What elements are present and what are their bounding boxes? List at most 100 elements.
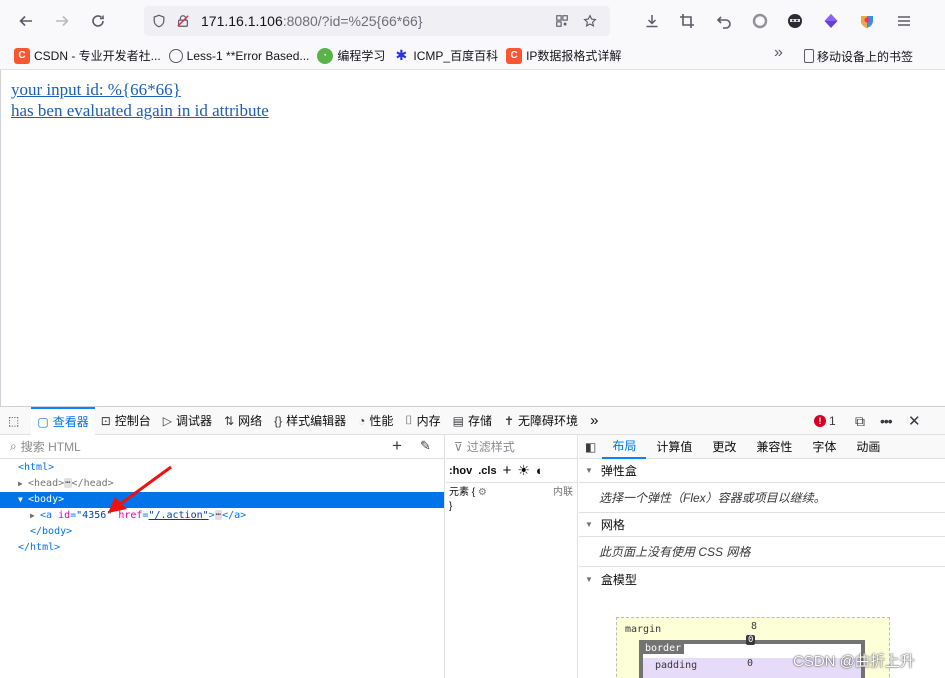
cls-toggle[interactable]: .cls: [478, 465, 496, 477]
tab-computed[interactable]: 计算值: [646, 435, 702, 459]
csdn-icon: C: [14, 47, 30, 64]
more-options-icon[interactable]: •••: [880, 407, 893, 435]
download-icon: [646, 15, 658, 28]
element-picker-button[interactable]: ⬚: [0, 407, 31, 435]
url-host: 171.16.1.106: [201, 13, 283, 29]
padding-top-value[interactable]: 0: [747, 658, 753, 669]
filter-styles-input[interactable]: ⊽ 过滤样式: [446, 435, 577, 459]
mobile-bookmarks[interactable]: 移动设备上的书签: [804, 42, 913, 70]
star-bookmark-icon[interactable]: [578, 6, 602, 36]
downloads-button[interactable]: [634, 3, 670, 39]
collapse-arrow-icon: ▼: [585, 574, 593, 584]
injected-link-line1[interactable]: your input id: %{66*66}: [11, 80, 181, 100]
rule-source[interactable]: 内联: [553, 486, 573, 500]
tab-animations[interactable]: 动画: [846, 435, 890, 459]
tab-storage[interactable]: ▤ 存储: [447, 407, 498, 435]
boxmodel-section-header[interactable]: ▼ 盒模型: [579, 567, 945, 591]
grid-message: 此页面上没有使用 CSS 网格: [579, 537, 945, 567]
light-theme-sun-icon[interactable]: ☀: [517, 462, 530, 479]
tab-style-editor[interactable]: {} 样式编辑器: [268, 407, 352, 435]
close-devtools-icon[interactable]: ✕: [908, 407, 921, 435]
border-label: border: [642, 643, 685, 654]
bookmark-learning[interactable]: · 编程学习: [313, 44, 389, 68]
url-bar[interactable]: 171.16.1.106:8080/?id=%25{66*66}: [144, 6, 610, 36]
grid-section-header[interactable]: ▼ 网格: [579, 513, 945, 537]
shield-extension-button[interactable]: [849, 3, 885, 39]
back-button[interactable]: [8, 3, 44, 39]
shield-icon[interactable]: [147, 6, 171, 36]
margin-top-value[interactable]: 8: [751, 621, 757, 632]
tab-fonts[interactable]: 字体: [802, 435, 846, 459]
collapsed-ellipsis[interactable]: ⋯: [214, 510, 223, 520]
url-path: :8080/?id=%25{66*66}: [282, 13, 423, 29]
injected-link-line2[interactable]: has ben evaluated again in id attribute: [11, 101, 269, 121]
more-tabs-chevron-icon[interactable]: »: [584, 407, 604, 435]
hov-toggle[interactable]: :hov: [449, 465, 472, 477]
tab-console[interactable]: ⊡ 控制台: [95, 407, 157, 435]
flexbox-section-header[interactable]: ▼ 弹性盒: [579, 459, 945, 483]
search-icon: ⌕: [10, 439, 17, 453]
html-search[interactable]: ⌕ 搜索 HTML + ✎: [0, 435, 444, 459]
collapse-arrow-icon[interactable]: ▼: [18, 492, 28, 508]
tab-debugger[interactable]: ▷ 调试器: [157, 407, 218, 435]
tree-node-html[interactable]: <html>: [0, 460, 444, 476]
tab-label: 无障碍环境: [518, 414, 579, 428]
error-counter[interactable]: ! 1: [814, 407, 836, 435]
expand-arrow-icon[interactable]: ▶: [18, 476, 28, 492]
tree-node-a[interactable]: ▶ <a id="4356" href="/.action">⋯</a>: [0, 508, 444, 524]
tab-changes[interactable]: 更改: [702, 435, 746, 459]
attr-value-link[interactable]: "/.action": [148, 510, 208, 521]
tab-network[interactable]: ⇅ 网络: [218, 407, 268, 435]
add-node-icon[interactable]: +: [392, 436, 402, 456]
insecure-lock-icon[interactable]: [171, 6, 195, 36]
tab-compatibility[interactable]: 兼容性: [746, 435, 802, 459]
tab-memory[interactable]: ⌷ 内存: [399, 407, 446, 435]
tag-text: <a: [40, 510, 53, 521]
reload-button[interactable]: [80, 3, 116, 39]
tree-node-body-selected[interactable]: ▼ <body>: [0, 492, 444, 508]
forward-button[interactable]: [44, 3, 80, 39]
tab-layout[interactable]: 布局: [602, 435, 647, 459]
record-circle-icon: [752, 13, 768, 29]
menu-button[interactable]: [886, 3, 922, 39]
undo-button[interactable]: [706, 3, 742, 39]
dock-side-icon[interactable]: ⧉: [855, 407, 865, 435]
tab-label: 控制台: [114, 414, 151, 428]
tab-performance[interactable]: ◔ 性能: [352, 407, 399, 435]
screenshot-button[interactable]: [669, 3, 705, 39]
expand-arrow-icon[interactable]: ▶: [30, 508, 40, 524]
toggle-sidebar-icon[interactable]: ◧: [579, 435, 602, 459]
bookmark-label: CSDN - 专业开发者社...: [34, 49, 161, 63]
bookmark-csdn[interactable]: C CSDN - 专业开发者社...: [10, 44, 165, 68]
error-icon: !: [814, 415, 826, 427]
url-text[interactable]: 171.16.1.106:8080/?id=%25{66*66}: [201, 13, 423, 29]
flexbox-message: 选择一个弹性（Flex）容器或项目以继续。: [579, 483, 945, 513]
attr-value[interactable]: "4356": [76, 510, 112, 521]
tree-node-html-close[interactable]: </html>: [0, 540, 444, 556]
border-top-value[interactable]: 0: [746, 635, 756, 645]
add-rule-icon[interactable]: +: [503, 462, 512, 479]
tree-node-head[interactable]: ▶ <head>⋯</head>: [0, 476, 444, 492]
bookmark-ip-datagram[interactable]: C IP数据报格式详解: [502, 44, 625, 68]
style-editor-icon: {}: [274, 413, 283, 428]
eyedropper-icon[interactable]: ✎: [420, 438, 431, 454]
bookmark-less-1[interactable]: Less-1 **Error Based...: [165, 44, 314, 68]
tab-inspector[interactable]: ▢ 查看器: [31, 406, 95, 435]
tree-node-body-close[interactable]: </body>: [0, 524, 444, 540]
rule-close-brace: }: [449, 501, 453, 512]
rule-selector: 元素 {: [449, 487, 476, 498]
hamburger-menu-icon: [898, 16, 910, 26]
gear-icon[interactable]: ⚙: [478, 487, 487, 498]
cube-extension-button[interactable]: [813, 3, 849, 39]
memory-icon: ⌷: [405, 413, 413, 427]
dark-theme-icon[interactable]: ◐: [536, 463, 544, 478]
qr-code-icon[interactable]: [550, 6, 574, 36]
collapsed-ellipsis[interactable]: ⋯: [64, 478, 72, 488]
extension-button[interactable]: [742, 3, 778, 39]
bookmark-icmp[interactable]: ✱ ICMP_百度百科: [389, 44, 502, 68]
tab-accessibility[interactable]: ✝ 无障碍环境: [498, 407, 584, 435]
markup-view: ⌕ 搜索 HTML + ✎ <html> ▶ <head>⋯</head> ▼ <b…: [0, 435, 445, 678]
ninja-extension-button[interactable]: [777, 3, 813, 39]
ninja-icon: [788, 14, 802, 28]
bookmarks-overflow-chevron-icon[interactable]: »: [774, 44, 783, 62]
